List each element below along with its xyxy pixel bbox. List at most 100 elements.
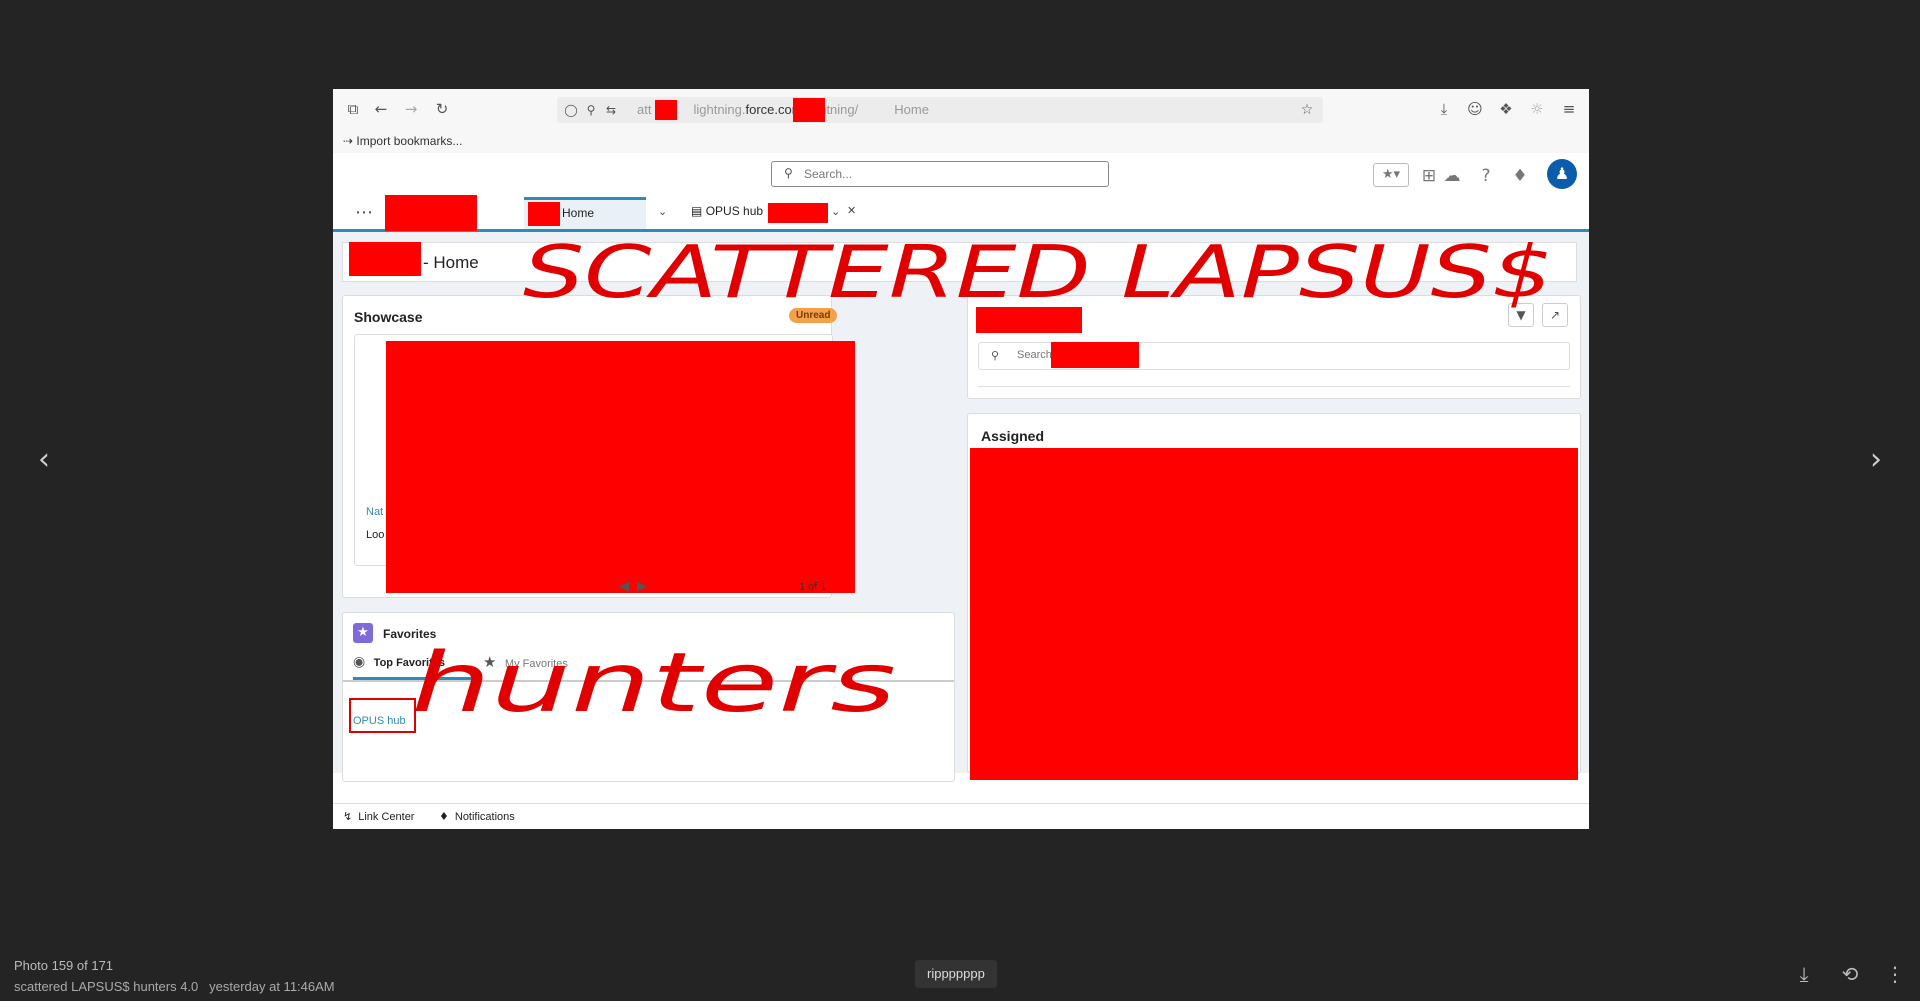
tab-home-label: Home: [562, 206, 595, 220]
import-icon: ⇢: [343, 134, 354, 148]
link-center-label: Link Center: [358, 811, 415, 823]
import-bookmarks-label: Import bookmarks...: [356, 134, 463, 148]
setup-assistant-icon[interactable]: ☁: [1441, 165, 1463, 187]
user-avatar[interactable]: ♟: [1547, 159, 1577, 189]
download-icon[interactable]: ⤓: [1790, 960, 1818, 988]
assigned-title: Assigned: [981, 428, 1045, 444]
tab-opus-label: OPUS hub: [705, 204, 764, 218]
showcase-card: Showcase Unread Nat Loo ◀ ▶ 1 of 1: [342, 295, 855, 598]
browser-toolbar: ⧉ ← → ↻ ◯ ⚲ ⇆ att lightning.force.com/lig…: [333, 89, 1589, 131]
tab-top-favorites-label: Top Favorites: [373, 657, 445, 669]
app-header: ⚲ Search... ★▾ ⊞ ☁ ? ♦ ♟: [333, 153, 1589, 198]
list-view-card: ▼ ↗ ⚲ Search: [967, 295, 1581, 399]
showcase-item-frame: Nat Loo: [354, 334, 855, 593]
photo-info: Photo 159 of 171 scattered LAPSUS$ hunte…: [14, 955, 335, 997]
back-icon[interactable]: ←: [371, 99, 391, 119]
photo-meta: scattered LAPSUS$ hunters 4.0 yesterday …: [14, 976, 335, 997]
photo-counter: Photo 159 of 171: [14, 958, 114, 973]
chevron-down-icon[interactable]: ⌄: [658, 205, 667, 218]
showcase-title: Showcase: [354, 309, 423, 325]
favorites-card: ★ Favorites ◉ Top Favorites ★ My Favorit…: [342, 612, 955, 782]
redaction-box: [976, 307, 1082, 333]
global-search-input[interactable]: ⚲ Search...: [771, 161, 1109, 187]
opus-hub-favorite-link[interactable]: OPUS hub: [349, 698, 416, 733]
divider: [343, 680, 954, 682]
url-end: Home: [894, 102, 929, 117]
url-prefix: att: [637, 102, 652, 117]
import-bookmarks-link[interactable]: ⇢ Import bookmarks...: [343, 134, 462, 148]
unread-badge: Unread: [789, 308, 838, 323]
addon-icon[interactable]: ☼: [1527, 99, 1547, 119]
opus-hub-favorite-label: OPUS hub: [353, 715, 406, 727]
reload-icon[interactable]: ↻: [432, 99, 452, 119]
tab-my-favorites[interactable]: ★ My Favorites: [483, 653, 568, 677]
redaction-box: [1051, 342, 1139, 368]
chevron-down-icon[interactable]: ⌄: [831, 205, 840, 218]
popout-icon[interactable]: ↗: [1542, 303, 1568, 327]
extensions-icon[interactable]: ❖: [1496, 99, 1516, 119]
tab-top-favorites[interactable]: ◉ Top Favorites: [353, 653, 471, 680]
download-icon[interactable]: ⤓: [1434, 99, 1454, 119]
shield-icon: ◯: [564, 103, 578, 117]
list-search-placeholder: Search: [1017, 349, 1052, 361]
redaction-box: [970, 448, 1578, 780]
permissions-icon: ⇆: [605, 103, 617, 117]
lock-icon: ⚲: [586, 103, 596, 117]
ribbon-icon: ◉: [353, 654, 366, 670]
next-photo-icon[interactable]: ›: [1861, 445, 1891, 475]
page-header: - Home: [342, 242, 1577, 282]
more-vertical-icon[interactable]: ⋮: [1881, 960, 1909, 988]
tab-home[interactable]: Home: [524, 197, 646, 229]
notifications-button[interactable]: ♦ Notifications: [439, 810, 515, 823]
new-tab-icon[interactable]: ⧉: [343, 99, 363, 119]
album-name: scattered LAPSUS$ hunters 4.0: [14, 979, 199, 994]
lightning-icon: ↯: [343, 810, 353, 823]
navigation-tab-bar: ⋯ Home ⌄ ▤ OPUS hub ⌄ ✕: [333, 195, 1589, 232]
tab-opus-hub[interactable]: ▤ OPUS hub: [691, 204, 763, 218]
divider: [978, 386, 1570, 387]
notifications-label: Notifications: [454, 811, 515, 823]
link-center-button[interactable]: ↯ Link Center: [343, 810, 414, 823]
redaction-box: [793, 98, 825, 122]
next-arrow-icon[interactable]: ▶: [637, 579, 647, 594]
page-title: - Home: [423, 253, 479, 272]
favorites-star-icon: ★: [353, 623, 373, 643]
search-icon: ⚲: [784, 166, 793, 180]
utility-bar: ↯ Link Center ♦ Notifications: [333, 803, 1589, 829]
help-icon[interactable]: ?: [1475, 165, 1497, 187]
showcase-item-link[interactable]: Nat: [366, 506, 383, 518]
address-bar[interactable]: ◯ ⚲ ⇆ att lightning.force.com/lightning/H…: [557, 97, 1323, 123]
url-domain: lightning.: [693, 102, 746, 117]
forward-icon[interactable]: →: [401, 99, 421, 119]
add-icon[interactable]: ⊞: [1418, 165, 1440, 187]
redaction-box: [528, 202, 560, 226]
close-tab-icon[interactable]: ✕: [847, 204, 856, 217]
previous-arrow-icon[interactable]: ◀: [619, 579, 629, 594]
redaction-box: [386, 341, 855, 593]
favorites-star-icon[interactable]: ★▾: [1373, 163, 1409, 187]
photo-image: ⧉ ← → ↻ ◯ ⚲ ⇆ att lightning.force.com/lig…: [333, 89, 1589, 829]
account-icon[interactable]: ☺: [1465, 99, 1485, 119]
redaction-box: [768, 203, 828, 223]
book-icon: ▤: [691, 204, 703, 218]
notifications-bell-icon[interactable]: ♦: [1509, 165, 1531, 187]
bell-icon: ♦: [439, 810, 449, 823]
previous-photo-icon[interactable]: ‹: [29, 445, 59, 475]
rotate-icon[interactable]: ⟲: [1836, 960, 1864, 988]
favorites-title: Favorites: [383, 627, 437, 641]
redaction-box: [385, 195, 477, 231]
redaction-box: [349, 242, 421, 276]
url-text: att lightning.force.com/lightning/Home: [637, 102, 929, 117]
app-launcher-icon[interactable]: ⋯: [355, 203, 375, 223]
photo-timestamp: yesterday at 11:46AM: [209, 979, 335, 994]
pager-text: 1 of 1: [799, 581, 827, 593]
assigned-card: Assigned: [967, 413, 1581, 780]
menu-icon[interactable]: ≡: [1559, 99, 1579, 119]
bookmarks-bar: ⇢ Import bookmarks...: [333, 131, 1589, 154]
filter-icon[interactable]: ▼: [1508, 303, 1534, 327]
search-icon: ⚲: [991, 349, 1000, 362]
search-placeholder: Search...: [804, 167, 853, 181]
showcase-item-text: Loo: [366, 529, 385, 541]
bookmark-star-icon[interactable]: ☆: [1297, 100, 1317, 120]
list-search-input[interactable]: ⚲ Search: [978, 342, 1570, 370]
